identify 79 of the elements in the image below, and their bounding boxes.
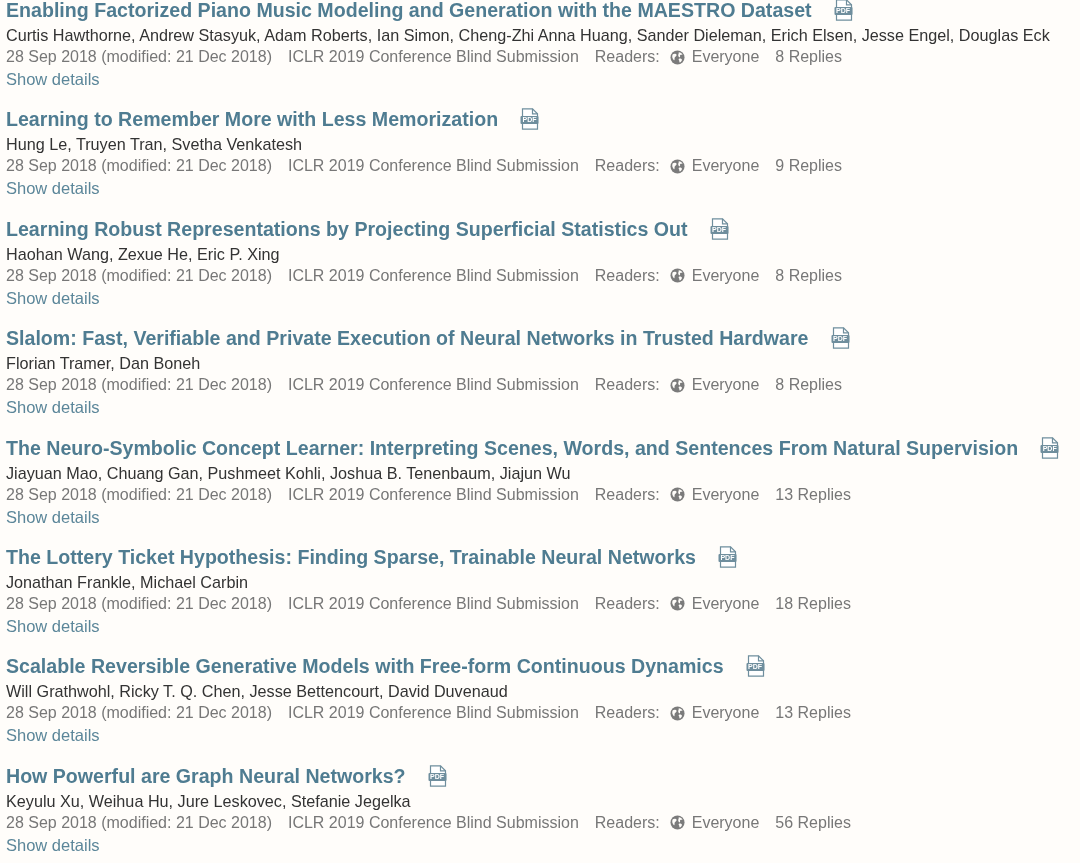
replies-count: 8 Replies — [775, 265, 842, 286]
show-details-link[interactable]: Show details — [6, 833, 100, 856]
readers-text: Everyone — [691, 47, 760, 67]
document-icon — [1040, 436, 1060, 459]
note-title-link[interactable]: Learning Robust Representations by Projecting Superficial Statistics Out — [6, 216, 688, 241]
document-icon — [830, 327, 850, 350]
readers-text: Everyone — [691, 484, 760, 505]
show-details-link[interactable]: Show details — [6, 177, 100, 200]
date-text: 28 Sep 2018 (modified: 21 Dec 2018) — [6, 375, 272, 396]
date-text: 28 Sep 2018 (modified: 21 Dec 2018) — [6, 703, 272, 724]
venue-text: ICLR 2019 Conference Blind Submission — [287, 156, 579, 177]
show-details-link[interactable]: Show details — [6, 396, 100, 419]
authors-text: Hung Le, Truyen Tran, Svetha Venkatesh — [6, 134, 304, 156]
note-title-link[interactable]: How Powerful are Graph Neural Networks? — [6, 763, 406, 788]
venue-text: ICLR 2019 Conference Blind Submission — [287, 47, 579, 67]
venue-text: ICLR 2019 Conference Blind Submission — [287, 265, 579, 286]
replies-count: 9 Replies — [775, 156, 842, 177]
globe-icon — [669, 377, 685, 393]
replies-count: 8 Replies — [775, 47, 842, 67]
globe-icon — [669, 705, 685, 721]
document-icon — [520, 108, 540, 131]
date-text: 28 Sep 2018 (modified: 21 Dec 2018) — [6, 484, 272, 505]
readers-label: Readers: — [594, 484, 660, 505]
replies-count: 56 Replies — [775, 812, 851, 833]
globe-icon — [669, 596, 685, 612]
globe-icon — [669, 268, 685, 284]
show-details-link[interactable]: Show details — [6, 505, 100, 528]
authors-text: Curtis Hawthorne, Andrew Stasyuk, Adam Roberts, Ian Simon, Cheng-Zhi Anna Huang, Sander Dieleman, Erich Elsen, Jesse Engel, Douglas Eck — [6, 25, 1051, 46]
date-text: 28 Sep 2018 (modified: 21 Dec 2018) — [6, 593, 272, 614]
authors-text: Will Grathwohl, Ricky T. Q. Chen, Jesse Bettencourt, David Duvenaud — [6, 681, 509, 703]
authors-text: Keyulu Xu, Weihua Hu, Jure Leskovec, Stefanie Jegelka — [6, 790, 412, 812]
note-title-link[interactable]: Enabling Factorized Piano Music Modeling and Generation with the MAESTRO Dataset — [6, 0, 812, 22]
venue-text: ICLR 2019 Conference Blind Submission — [287, 703, 579, 724]
readers-label: Readers: — [594, 812, 660, 833]
document-icon — [709, 217, 729, 240]
replies-count: 18 Replies — [775, 593, 851, 614]
date-text: 28 Sep 2018 (modified: 21 Dec 2018) — [6, 812, 272, 833]
readers-text: Everyone — [691, 703, 760, 724]
show-details-link[interactable]: Show details — [6, 614, 100, 637]
show-details-link[interactable]: Show details — [6, 286, 100, 309]
document-icon — [427, 764, 447, 787]
note-title-link[interactable]: The Lottery Ticket Hypothesis: Finding Sparse, Trainable Neural Networks — [6, 544, 696, 569]
readers-label: Readers: — [594, 375, 660, 396]
readers-label: Readers: — [594, 156, 660, 177]
venue-text: ICLR 2019 Conference Blind Submission — [287, 593, 579, 614]
date-text: 28 Sep 2018 (modified: 21 Dec 2018) — [6, 47, 272, 67]
note-title-link[interactable]: Scalable Reversible Generative Models with Free-form Continuous Dynamics — [6, 654, 724, 679]
globe-icon — [669, 487, 685, 503]
readers-label: Readers: — [594, 47, 660, 67]
readers-text: Everyone — [691, 593, 760, 614]
document-icon — [717, 545, 737, 568]
readers-text: Everyone — [691, 156, 760, 177]
note-title-link[interactable]: The Neuro-Symbolic Concept Learner: Interpreting Scenes, Words, and Sentences From Natural Supervision — [6, 435, 1019, 460]
globe-icon — [669, 815, 685, 831]
date-text: 28 Sep 2018 (modified: 21 Dec 2018) — [6, 265, 272, 286]
globe-icon — [669, 158, 685, 174]
globe-icon — [669, 49, 685, 65]
readers-text: Everyone — [691, 812, 760, 833]
readers-label: Readers: — [594, 703, 660, 724]
replies-count: 13 Replies — [775, 484, 851, 505]
readers-label: Readers: — [594, 593, 660, 614]
readers-label: Readers: — [594, 265, 660, 286]
authors-text: Florian Tramer, Dan Boneh — [6, 353, 202, 375]
show-details-link[interactable]: Show details — [6, 724, 100, 747]
venue-text: ICLR 2019 Conference Blind Submission — [287, 812, 579, 833]
replies-count: 13 Replies — [775, 703, 851, 724]
readers-text: Everyone — [691, 265, 760, 286]
authors-text: Jonathan Frankle, Michael Carbin — [6, 571, 250, 593]
venue-text: ICLR 2019 Conference Blind Submission — [287, 375, 579, 396]
show-details-link[interactable]: Show details — [6, 68, 100, 90]
readers-text: Everyone — [691, 375, 760, 396]
note-title-link[interactable]: Slalom: Fast, Verifiable and Private Execution of Neural Networks in Trusted Hardware — [6, 326, 809, 351]
authors-text: Haohan Wang, Zexue He, Eric P. Xing — [6, 243, 281, 265]
note-title-link[interactable]: Learning to Remember More with Less Memorization — [6, 107, 499, 132]
document-icon — [745, 655, 765, 678]
date-text: 28 Sep 2018 (modified: 21 Dec 2018) — [6, 156, 272, 177]
replies-count: 8 Replies — [775, 375, 842, 396]
authors-text: Jiayuan Mao, Chuang Gan, Pushmeet Kohli, Joshua B. Tenenbaum, Jiajun Wu — [6, 462, 572, 484]
venue-text: ICLR 2019 Conference Blind Submission — [287, 484, 579, 505]
